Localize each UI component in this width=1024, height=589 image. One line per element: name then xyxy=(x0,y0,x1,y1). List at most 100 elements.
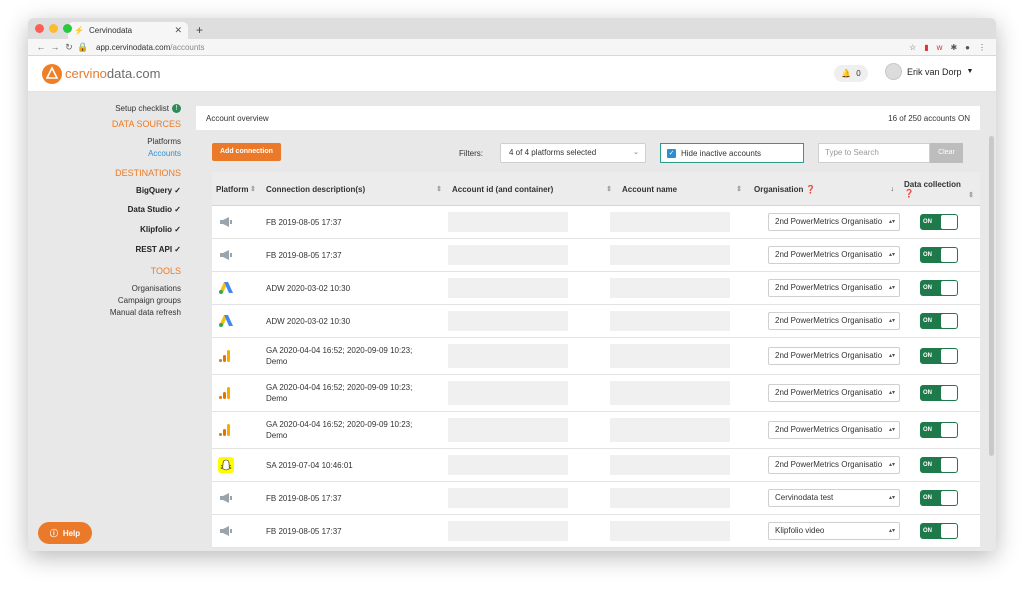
table-row: FB 2019-08-05 17:37 Cervinodata test ▴▾ ON xyxy=(212,482,980,515)
sidebar-label: Klipfolio xyxy=(140,225,173,234)
column-header-account-id[interactable]: Account id (and container) ⇕ xyxy=(452,172,612,206)
puzzle-icon[interactable]: ✱ xyxy=(950,43,957,52)
platforms-filter-select[interactable]: 4 of 4 platforms selected ⌄ xyxy=(500,143,646,163)
notifications-button[interactable]: 🔔 0 xyxy=(834,65,868,82)
toggle-knob xyxy=(941,386,957,400)
sidebar-item-setup-checklist[interactable]: Setup checklist! xyxy=(115,104,181,114)
sidebar-section-destinations: DESTINATIONS xyxy=(115,168,181,178)
data-collection-toggle[interactable]: ON xyxy=(920,247,958,263)
forward-icon[interactable]: → xyxy=(48,42,62,52)
data-collection-toggle[interactable]: ON xyxy=(920,422,958,438)
data-collection-cell: ON xyxy=(212,272,980,304)
data-collection-toggle[interactable]: ON xyxy=(920,457,958,473)
table-row: GA 2020-04-04 16:52; 2020-09-09 10:23; De… xyxy=(212,375,980,412)
page-scrollbar[interactable] xyxy=(989,136,994,456)
toggle-knob xyxy=(941,281,957,295)
table-row: GA 2020-04-04 16:52; 2020-09-09 10:23; De… xyxy=(212,338,980,375)
data-collection-toggle[interactable]: ON xyxy=(920,214,958,230)
star-icon[interactable]: ☆ xyxy=(909,43,916,52)
sidebar-item-manual-data-refresh[interactable]: Manual data refresh xyxy=(110,308,181,317)
sort-icon: ⇕ xyxy=(250,186,256,193)
toggle-knob xyxy=(941,423,957,437)
sidebar-item-organisations[interactable]: Organisations xyxy=(132,284,181,293)
toolbar: Add connection Filters: 4 of 4 platforms… xyxy=(196,136,980,168)
sidebar-item-campaign-groups[interactable]: Campaign groups xyxy=(118,296,181,305)
minimize-window-icon[interactable] xyxy=(49,24,58,33)
help-button[interactable]: ⓘ Help xyxy=(38,522,92,544)
table-row: ADW 2020-03-02 10:30 2nd PowerMetrics Org… xyxy=(212,272,980,305)
browser-tab[interactable]: ⚡ Cervinodata ✕ xyxy=(68,22,188,39)
data-collection-toggle[interactable]: ON xyxy=(920,385,958,401)
column-header-connection[interactable]: Connection description(s) ⇕ xyxy=(266,172,442,206)
column-label: Connection description(s) xyxy=(266,184,366,194)
column-label: Data collection xyxy=(904,180,961,189)
search-input[interactable]: Type to Search xyxy=(818,143,930,163)
logo-text-part2: data.com xyxy=(106,66,161,81)
caret-down-icon: ▼ xyxy=(966,68,974,75)
user-menu[interactable]: Erik van Dorp ▼ xyxy=(885,63,973,80)
data-collection-toggle[interactable]: ON xyxy=(920,280,958,296)
platforms-filter-value: 4 of 4 platforms selected xyxy=(509,148,597,157)
extension-icon[interactable]: w xyxy=(937,43,943,52)
hide-inactive-label: Hide inactive accounts xyxy=(681,148,762,158)
column-header-platform[interactable]: Platform ⇕ xyxy=(216,172,256,206)
sidebar-item-platforms[interactable]: Platforms xyxy=(147,137,181,146)
toggle-label: ON xyxy=(923,528,932,534)
logo[interactable]: cervinodata.com xyxy=(42,63,161,84)
data-collection-toggle[interactable]: ON xyxy=(920,523,958,539)
sort-icon: ⇕ xyxy=(606,186,612,193)
extension-icon[interactable]: ▮ xyxy=(924,43,928,52)
profile-icon[interactable]: ● xyxy=(965,43,970,52)
checkbox-checked-icon: ✓ xyxy=(667,148,676,158)
hide-inactive-checkbox[interactable]: ✓ Hide inactive accounts xyxy=(660,143,804,163)
window-controls xyxy=(35,24,72,33)
filters-label: Filters: xyxy=(459,149,483,158)
favicon-icon: ⚡ xyxy=(74,26,84,35)
tab-close-icon[interactable]: ✕ xyxy=(174,25,182,36)
sidebar-item-klipfolio[interactable]: Klipfolio ✓ xyxy=(140,225,181,234)
column-header-data-collection[interactable]: Data collection ❓ ⇕ xyxy=(904,172,974,206)
table-body: FB 2019-08-05 17:37 2nd PowerMetrics Orga… xyxy=(212,206,980,548)
sidebar-item-rest-api[interactable]: REST API ✓ xyxy=(135,245,181,254)
sidebar-item-accounts[interactable]: Accounts xyxy=(148,149,181,158)
new-tab-icon[interactable]: + xyxy=(196,23,203,37)
toggle-knob xyxy=(941,458,957,472)
toggle-knob xyxy=(941,349,957,363)
logo-text-part1: cervino xyxy=(65,66,107,81)
column-label: Account id (and container) xyxy=(452,184,554,194)
toggle-label: ON xyxy=(923,219,932,225)
toggle-label: ON xyxy=(923,285,932,291)
alert-icon: ! xyxy=(172,104,181,114)
data-collection-toggle[interactable]: ON xyxy=(920,490,958,506)
column-header-account-name[interactable]: Account name ⇕ xyxy=(622,172,742,206)
maximize-window-icon[interactable] xyxy=(63,24,72,33)
question-circle-icon: ❓ xyxy=(904,189,914,198)
add-connection-button[interactable]: Add connection xyxy=(212,143,281,161)
tab-title: Cervinodata xyxy=(88,26,133,35)
toggle-label: ON xyxy=(923,462,932,468)
back-icon[interactable]: ← xyxy=(34,42,48,52)
reload-icon[interactable]: ↻ xyxy=(62,42,76,53)
data-collection-cell: ON xyxy=(212,412,980,448)
data-collection-cell: ON xyxy=(212,239,980,271)
sidebar-item-data-studio[interactable]: Data Studio ✓ xyxy=(128,205,181,214)
check-icon: ✓ xyxy=(174,186,181,195)
sidebar-label: Data Studio xyxy=(127,205,173,214)
table-row: ADW 2020-03-02 10:30 2nd PowerMetrics Org… xyxy=(212,305,980,338)
sidebar-item-bigquery[interactable]: BigQuery ✓ xyxy=(136,186,181,195)
bell-icon: 🔔 xyxy=(841,69,852,78)
sort-icon: ⇕ xyxy=(736,186,742,193)
accounts-table: Platform ⇕ Connection description(s) ⇕ Acc… xyxy=(212,172,980,548)
column-header-organisation[interactable]: Organisation ❓ ↓ xyxy=(754,172,894,206)
data-collection-toggle[interactable]: ON xyxy=(920,348,958,364)
data-collection-cell: ON xyxy=(212,305,980,337)
toggle-knob xyxy=(941,215,957,229)
data-collection-toggle[interactable]: ON xyxy=(920,313,958,329)
sidebar-label: Setup checklist xyxy=(115,104,169,113)
close-window-icon[interactable] xyxy=(35,24,44,33)
clear-button[interactable]: Clear xyxy=(930,143,963,163)
sidebar-label: BigQuery xyxy=(136,186,173,195)
menu-dots-icon[interactable]: ⋮ xyxy=(978,43,986,52)
check-icon: ✓ xyxy=(174,245,181,254)
url-field[interactable]: app.cervinodata.com/accounts xyxy=(96,43,909,52)
